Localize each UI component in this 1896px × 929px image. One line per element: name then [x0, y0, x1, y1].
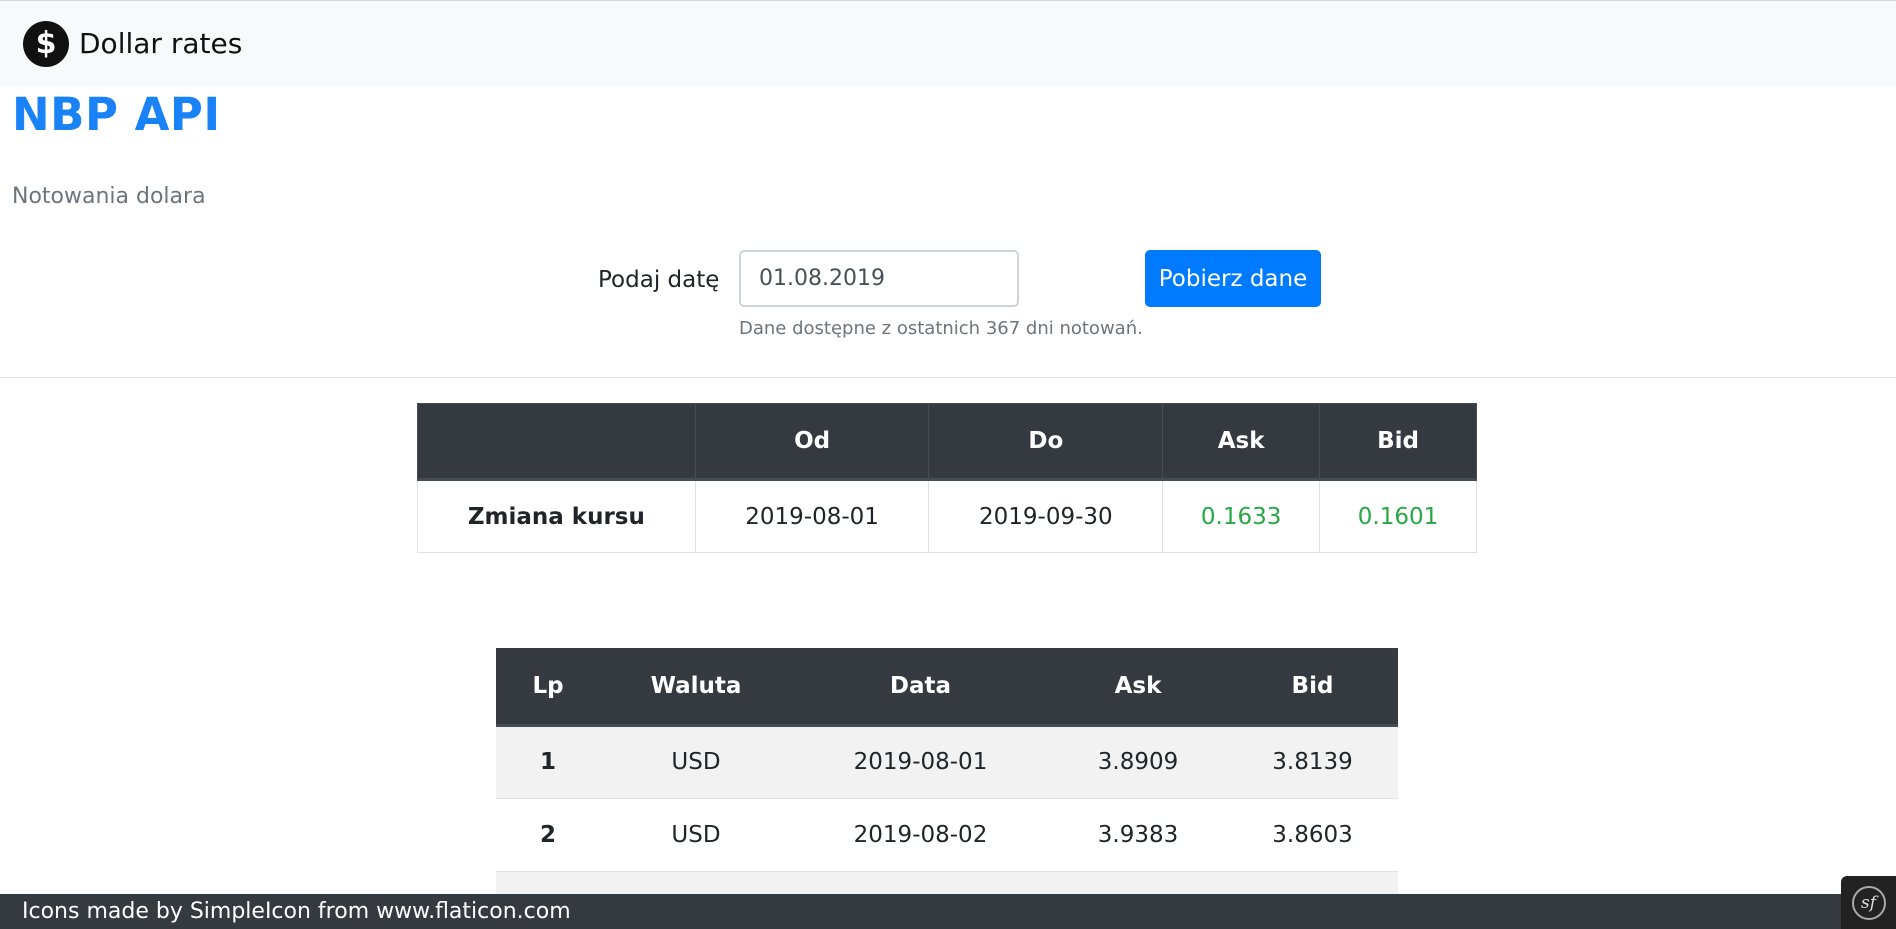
fetch-data-button[interactable]: Pobierz dane [1145, 250, 1321, 307]
page-subtitle: Notowania dolara [12, 184, 206, 209]
table-row: 1 USD 2019-08-01 3.8909 3.8139 [496, 724, 1398, 798]
dollar-icon[interactable]: $ [23, 20, 69, 67]
summary-row: Zmiana kursu 2019-08-01 2019-09-30 0.163… [417, 479, 1477, 553]
summary-ask-change: 0.1633 [1162, 479, 1321, 553]
rates-header-bid: Bid [1227, 648, 1398, 727]
footer-attribution[interactable]: Icons made by SimpleIcon from www.flatic… [22, 899, 571, 924]
summary-header-bid: Bid [1319, 403, 1477, 481]
summary-from-date: 2019-08-01 [694, 479, 930, 553]
summary-header-from: Od [694, 403, 930, 481]
summary-header-row: Od Do Ask Bid [417, 403, 1477, 481]
debug-toolbar-toggle[interactable]: sf [1841, 876, 1896, 929]
summary-header-to: Do [928, 403, 1164, 481]
row-currency: USD [600, 724, 792, 798]
rates-header-lp: Lp [496, 648, 600, 727]
row-ask: 3.9383 [1049, 797, 1227, 871]
rates-header-row: Lp Waluta Data Ask Bid [496, 648, 1398, 727]
summary-to-date: 2019-09-30 [928, 479, 1164, 553]
summary-header-ask: Ask [1162, 403, 1321, 481]
row-lp: 1 [496, 724, 600, 798]
brand-link[interactable]: Dollar rates [79, 27, 242, 60]
rates-table: Lp Waluta Data Ask Bid 1 USD 2019-08-01 … [496, 648, 1398, 929]
summary-header-empty [417, 403, 696, 481]
table-row: 2 USD 2019-08-02 3.9383 3.8603 [496, 797, 1398, 871]
divider [0, 377, 1896, 378]
date-label: Podaj datę [598, 267, 720, 293]
navbar: $ Dollar rates [0, 0, 1896, 86]
row-lp: 2 [496, 797, 600, 871]
row-date: 2019-08-02 [792, 797, 1049, 871]
summary-bid-change: 0.1601 [1319, 479, 1477, 553]
rates-header-ask: Ask [1049, 648, 1227, 727]
rates-header-date: Data [792, 648, 1049, 727]
summary-table: Od Do Ask Bid Zmiana kursu 2019-08-01 20… [417, 403, 1477, 553]
row-currency: USD [600, 797, 792, 871]
rates-header-currency: Waluta [600, 648, 792, 727]
page-title: NBP API [12, 88, 221, 141]
summary-row-label: Zmiana kursu [417, 479, 696, 553]
date-help-text: Dane dostępne z ostatnich 367 dni notowa… [739, 318, 1143, 339]
row-bid: 3.8139 [1227, 724, 1398, 798]
row-ask: 3.8909 [1049, 724, 1227, 798]
date-input[interactable] [739, 250, 1019, 307]
footer: Icons made by SimpleIcon from www.flatic… [0, 894, 1896, 929]
row-date: 2019-08-01 [792, 724, 1049, 798]
symfony-icon: sf [1851, 885, 1886, 920]
row-bid: 3.8603 [1227, 797, 1398, 871]
